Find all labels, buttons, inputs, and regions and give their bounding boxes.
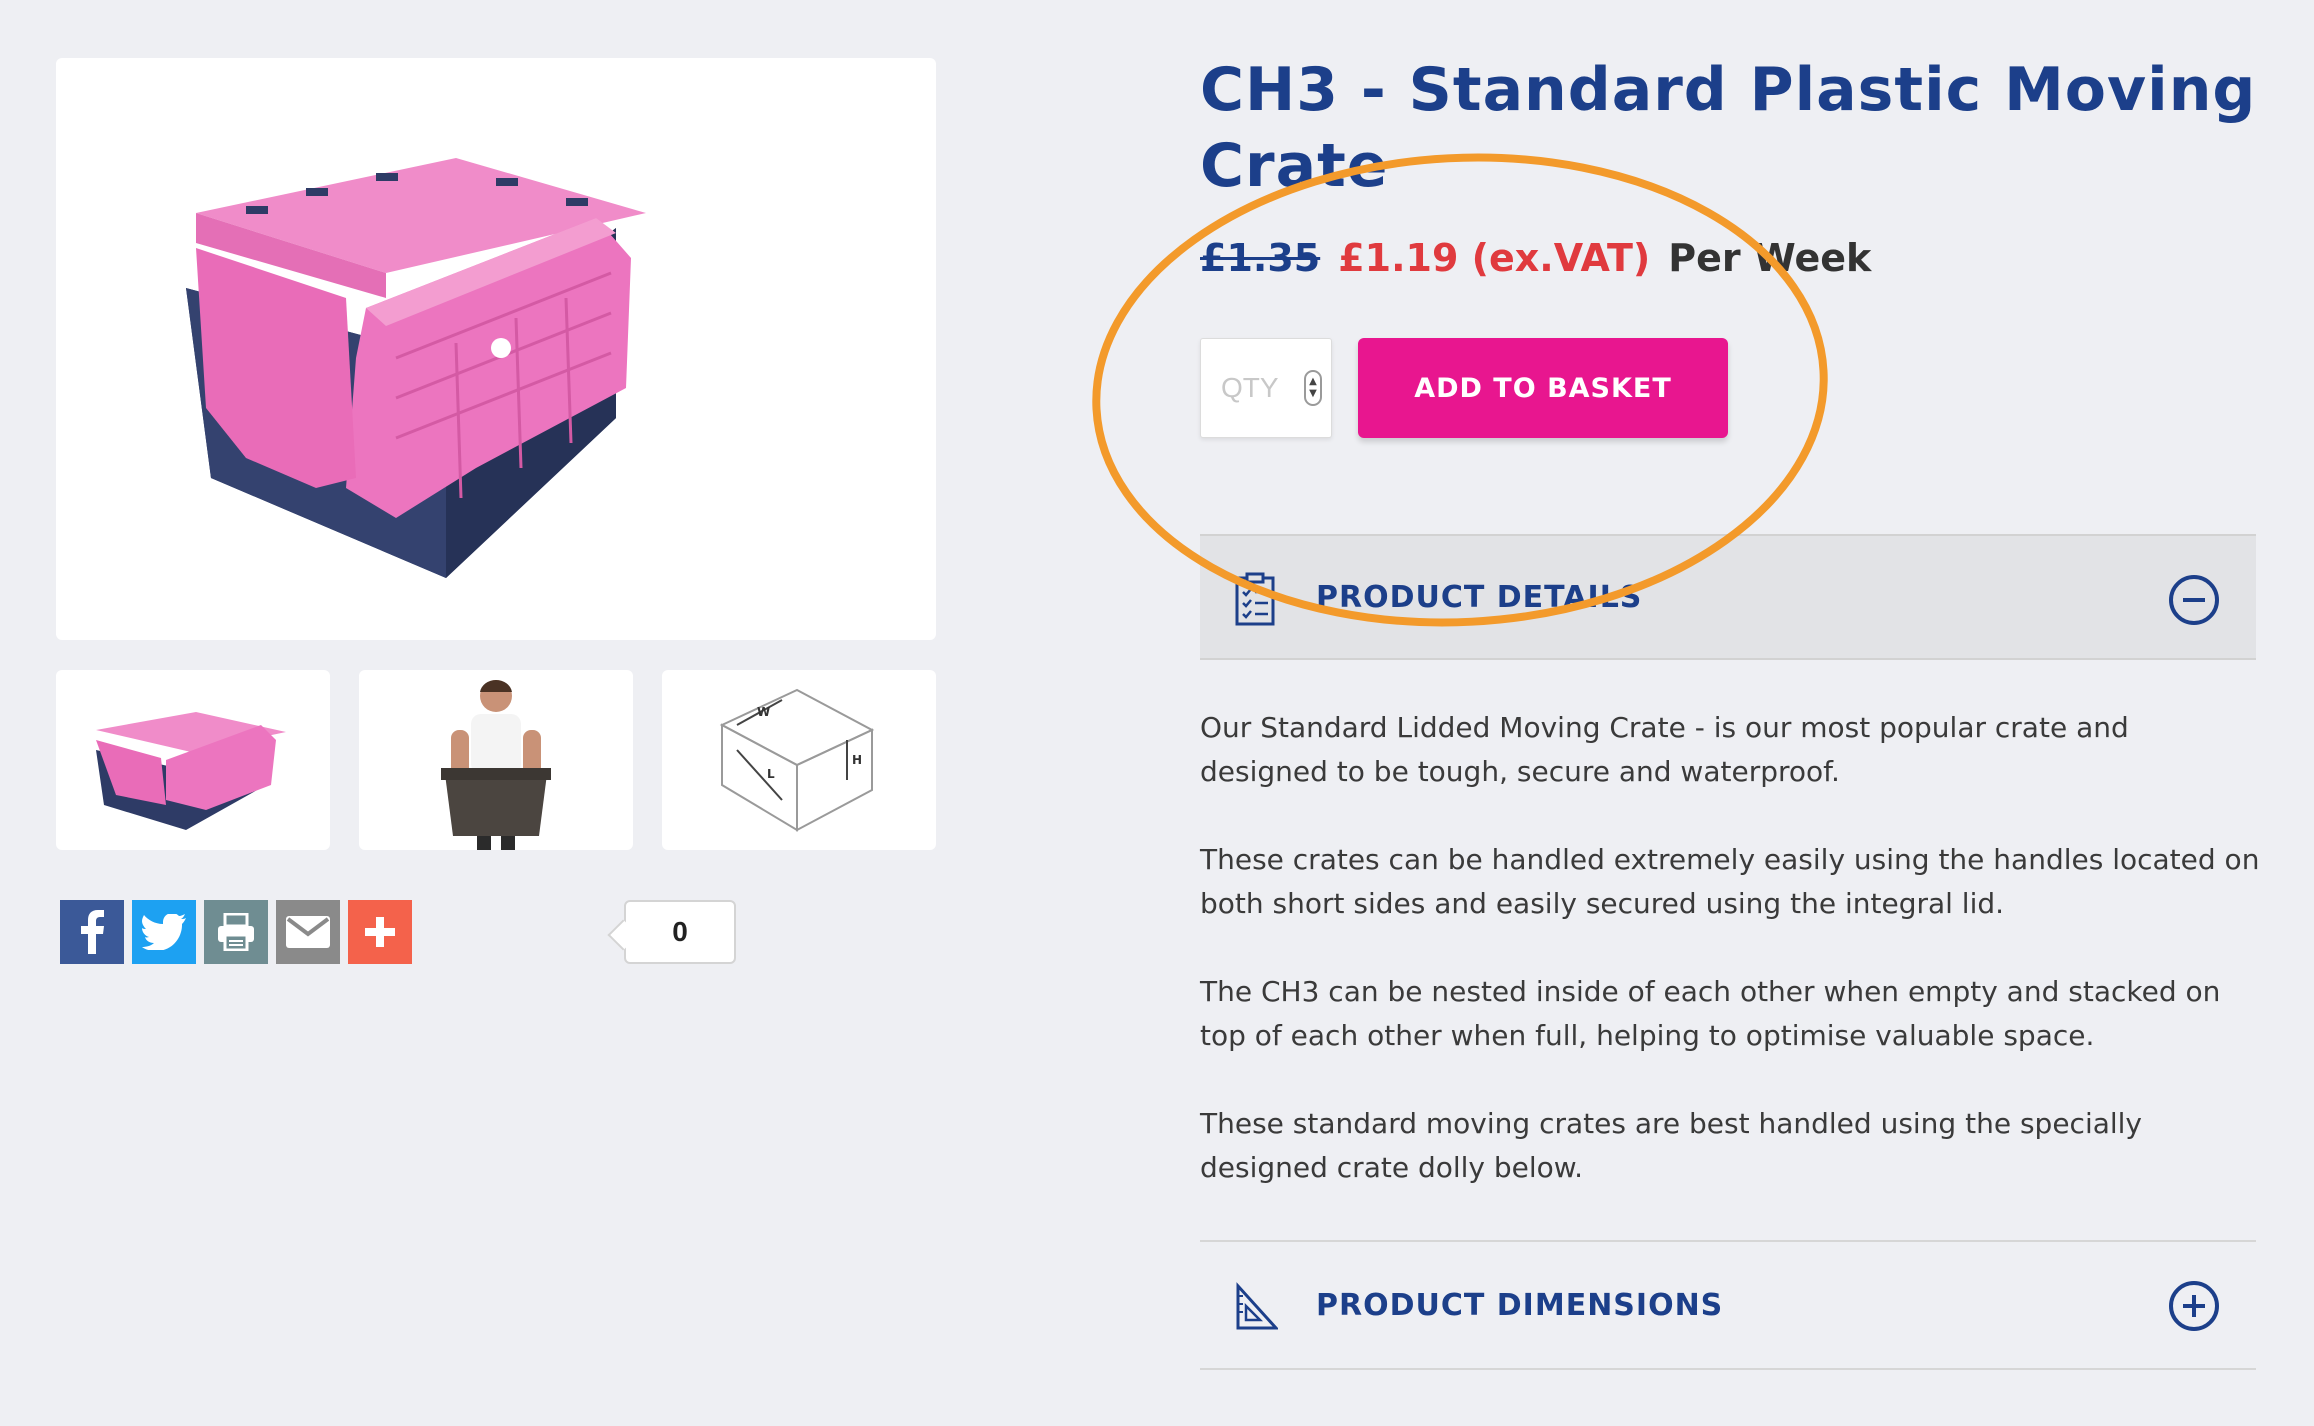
minus-circle-icon[interactable] xyxy=(2168,574,2220,626)
divider xyxy=(1200,1368,2256,1370)
description-paragraph: These standard moving crates are best ha… xyxy=(1200,1107,2143,1184)
twitter-icon xyxy=(142,914,186,950)
product-title: CH3 - Standard Plastic Moving Crate xyxy=(1200,55,2257,201)
set-square-icon xyxy=(1236,1282,1278,1330)
print-icon xyxy=(218,913,254,951)
email-icon xyxy=(286,916,330,948)
svg-text:W: W xyxy=(757,705,770,719)
product-dimensions-label: PRODUCT DIMENSIONS xyxy=(1316,1287,1724,1323)
description-paragraph: The CH3 can be nested inside of each oth… xyxy=(1200,975,2221,1052)
share-count-badge: 0 xyxy=(624,900,736,964)
chevron-up-icon[interactable]: ▲ xyxy=(1309,376,1317,388)
share-print-button[interactable] xyxy=(204,900,268,964)
crate-image xyxy=(186,158,646,578)
product-details-accordion[interactable]: PRODUCT DETAILS xyxy=(1200,534,2256,660)
svg-text:L: L xyxy=(767,767,775,781)
add-to-basket-button[interactable]: ADD TO BASKET xyxy=(1358,338,1728,438)
product-page: W L H 0 CH3 - Standard Plastic Moving Cr… xyxy=(0,0,2314,1426)
facebook-icon xyxy=(81,910,104,954)
old-price: £1.35 xyxy=(1200,236,1321,280)
product-details-label: PRODUCT DETAILS xyxy=(1316,579,1643,615)
description-paragraph: Our Standard Lidded Moving Crate - is ou… xyxy=(1200,711,2129,788)
description-paragraph: These crates can be handled extremely ea… xyxy=(1200,843,2260,920)
thumbnail-crate[interactable] xyxy=(56,670,330,850)
plus-circle-icon[interactable] xyxy=(2168,1280,2220,1332)
thumbnail-man-holding-crate[interactable] xyxy=(359,670,633,850)
share-email-button[interactable] xyxy=(276,900,340,964)
checklist-icon xyxy=(1235,572,1275,626)
share-more-button[interactable] xyxy=(348,900,412,964)
price-row: £1.35 £1.19 (ex.VAT) Per Week xyxy=(1200,228,1871,288)
svg-text:H: H xyxy=(852,753,862,767)
product-description: Our Standard Lidded Moving Crate - is ou… xyxy=(1200,706,2260,1234)
sale-price: £1.19 (ex.VAT) xyxy=(1338,236,1651,280)
share-facebook-button[interactable] xyxy=(60,900,124,964)
product-dimensions-accordion[interactable]: PRODUCT DIMENSIONS xyxy=(1200,1242,2256,1368)
thumbnail-dimensions-diagram[interactable]: W L H xyxy=(662,670,936,850)
price-period: Per Week xyxy=(1668,236,1872,280)
chevron-down-icon[interactable]: ▼ xyxy=(1309,388,1317,400)
share-twitter-button[interactable] xyxy=(132,900,196,964)
quantity-stepper[interactable]: ▲ ▼ xyxy=(1304,370,1322,406)
plus-icon xyxy=(365,917,395,947)
main-product-image xyxy=(56,58,936,640)
